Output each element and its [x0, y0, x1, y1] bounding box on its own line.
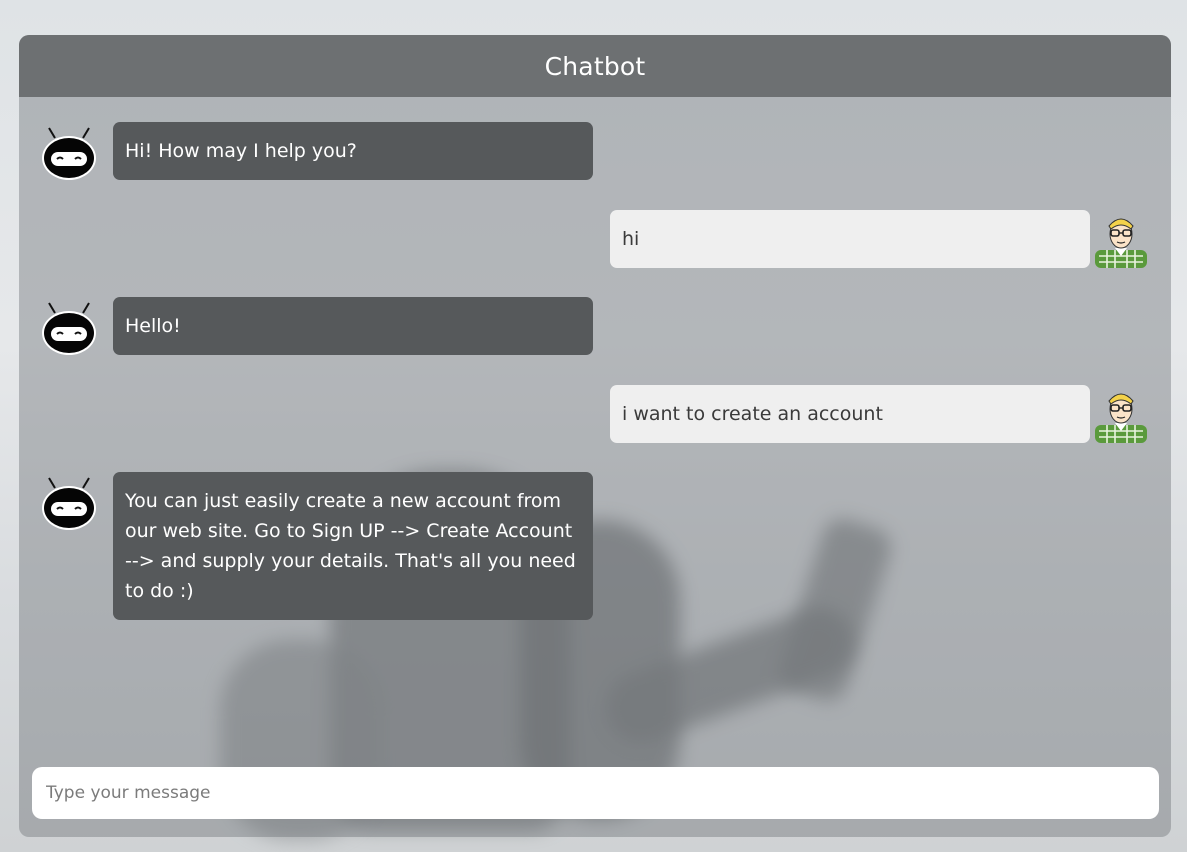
robot-face-icon	[41, 476, 97, 532]
robot-face-icon	[41, 301, 97, 357]
message-text: i want to create an account	[622, 403, 883, 425]
message-text: hi	[622, 228, 640, 250]
chatbot-window: Chatbot Hi! How may I help you? hi Hello…	[19, 35, 1171, 837]
user-cartoon-icon	[1093, 387, 1149, 443]
bot-message-bubble: You can just easily create a new account…	[113, 472, 593, 620]
bot-message-bubble: Hi! How may I help you?	[113, 122, 593, 180]
message-text: Hi! How may I help you?	[125, 140, 357, 162]
bot-message-bubble: Hello!	[113, 297, 593, 355]
user-message-bubble: hi	[610, 210, 1090, 268]
user-message-bubble: i want to create an account	[610, 385, 1090, 443]
chat-title: Chatbot	[544, 51, 646, 81]
chat-header: Chatbot	[19, 35, 1171, 97]
message-text: Hello!	[125, 315, 181, 337]
robot-face-icon	[41, 126, 97, 182]
message-list: Hi! How may I help you? hi Hello! i want…	[19, 97, 1171, 747]
message-text: You can just easily create a new account…	[125, 490, 576, 602]
message-input-container	[32, 767, 1159, 819]
user-cartoon-icon	[1093, 212, 1149, 268]
message-input[interactable]	[32, 767, 1159, 819]
